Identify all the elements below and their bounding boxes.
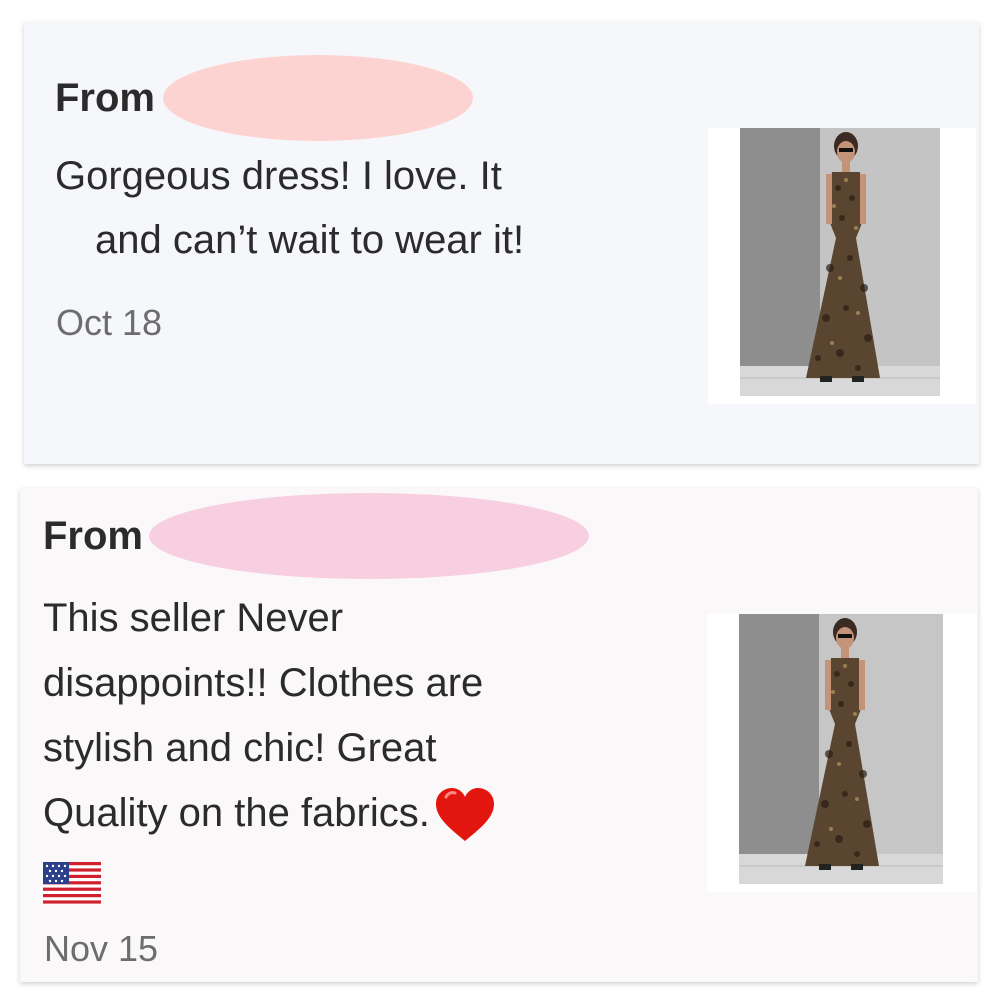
review-card: From Gorgeous dress! I love. It and can’… [24,22,979,464]
review-text-line: This seller Never [43,596,344,640]
review-sender: From [43,492,589,580]
review-text-line: Gorgeous dress! I love. It [55,154,502,198]
redacted-name [149,493,589,579]
dress-photo-icon [740,128,940,396]
review-text-line: disappoints!! Clothes are [43,661,484,705]
review-text-line-with-emoji: Quality on the fabrics. [43,781,643,846]
product-thumbnail[interactable] [707,614,977,892]
review-text-line: and can’t wait to wear it! [95,218,525,262]
review-sender: From [55,54,473,142]
product-thumbnail[interactable] [708,128,976,404]
review-date: Oct 18 [56,302,163,343]
heart-icon [435,788,494,842]
review-card: From This seller Never disappoints!! Clo… [20,488,978,982]
review-date: Nov 15 [44,928,159,969]
review-text-line: stylish and chic! Great [43,726,437,770]
from-label: From [43,513,143,558]
dress-photo-icon [739,614,943,884]
review-text: This seller Never disappoints!! Clothes … [43,586,643,911]
from-label: From [55,75,155,120]
redacted-name [163,55,473,141]
review-text-line: Quality on the fabrics. [43,791,430,835]
review-text: Gorgeous dress! I love. It and can’t wai… [55,144,675,272]
us-flag-icon [43,862,101,905]
